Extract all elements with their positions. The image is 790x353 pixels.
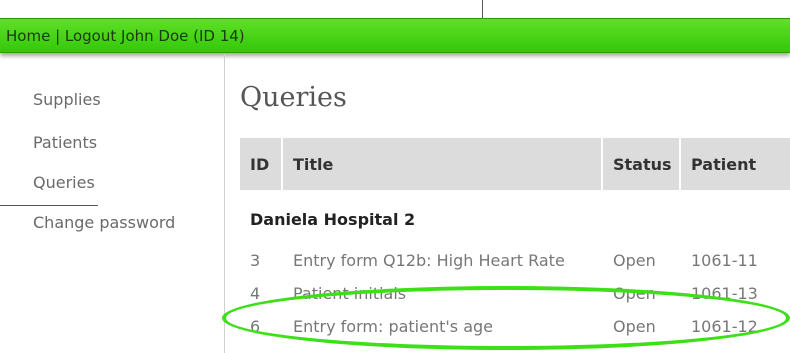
sidebar-item-change-password[interactable]: Change password bbox=[33, 213, 175, 232]
highlight-annotation-ellipse bbox=[222, 286, 790, 350]
divider-line bbox=[482, 0, 483, 18]
sidebar-item-patients[interactable]: Patients bbox=[33, 133, 97, 152]
column-header-patient: Patient bbox=[681, 138, 790, 190]
nav-separator: | bbox=[50, 26, 65, 45]
column-header-id: ID bbox=[240, 138, 281, 190]
top-navigation-bar: Home | Logout John Doe (ID 14) bbox=[0, 18, 790, 53]
sidebar: Supplies Patients Queries Change passwor… bbox=[0, 54, 225, 353]
column-header-status: Status bbox=[603, 138, 679, 190]
sidebar-item-queries[interactable]: Queries bbox=[33, 173, 95, 192]
column-header-title: Title bbox=[283, 138, 601, 190]
table-header: ID Title Status Patient bbox=[240, 138, 790, 190]
home-link[interactable]: Home bbox=[6, 27, 50, 45]
logout-link[interactable]: Logout John Doe (ID 14) bbox=[65, 27, 245, 45]
row-status: Open bbox=[613, 250, 656, 270]
row-title: Entry form Q12b: High Heart Rate bbox=[293, 250, 565, 270]
row-id: 3 bbox=[250, 250, 261, 270]
table-row[interactable]: 3 Entry form Q12b: High Heart Rate Open … bbox=[240, 245, 790, 275]
row-patient: 1061-11 bbox=[691, 250, 758, 270]
page-title: Queries bbox=[240, 82, 347, 113]
table-group-heading: Daniela Hospital 2 bbox=[250, 210, 416, 229]
sidebar-item-supplies[interactable]: Supplies bbox=[33, 90, 101, 109]
